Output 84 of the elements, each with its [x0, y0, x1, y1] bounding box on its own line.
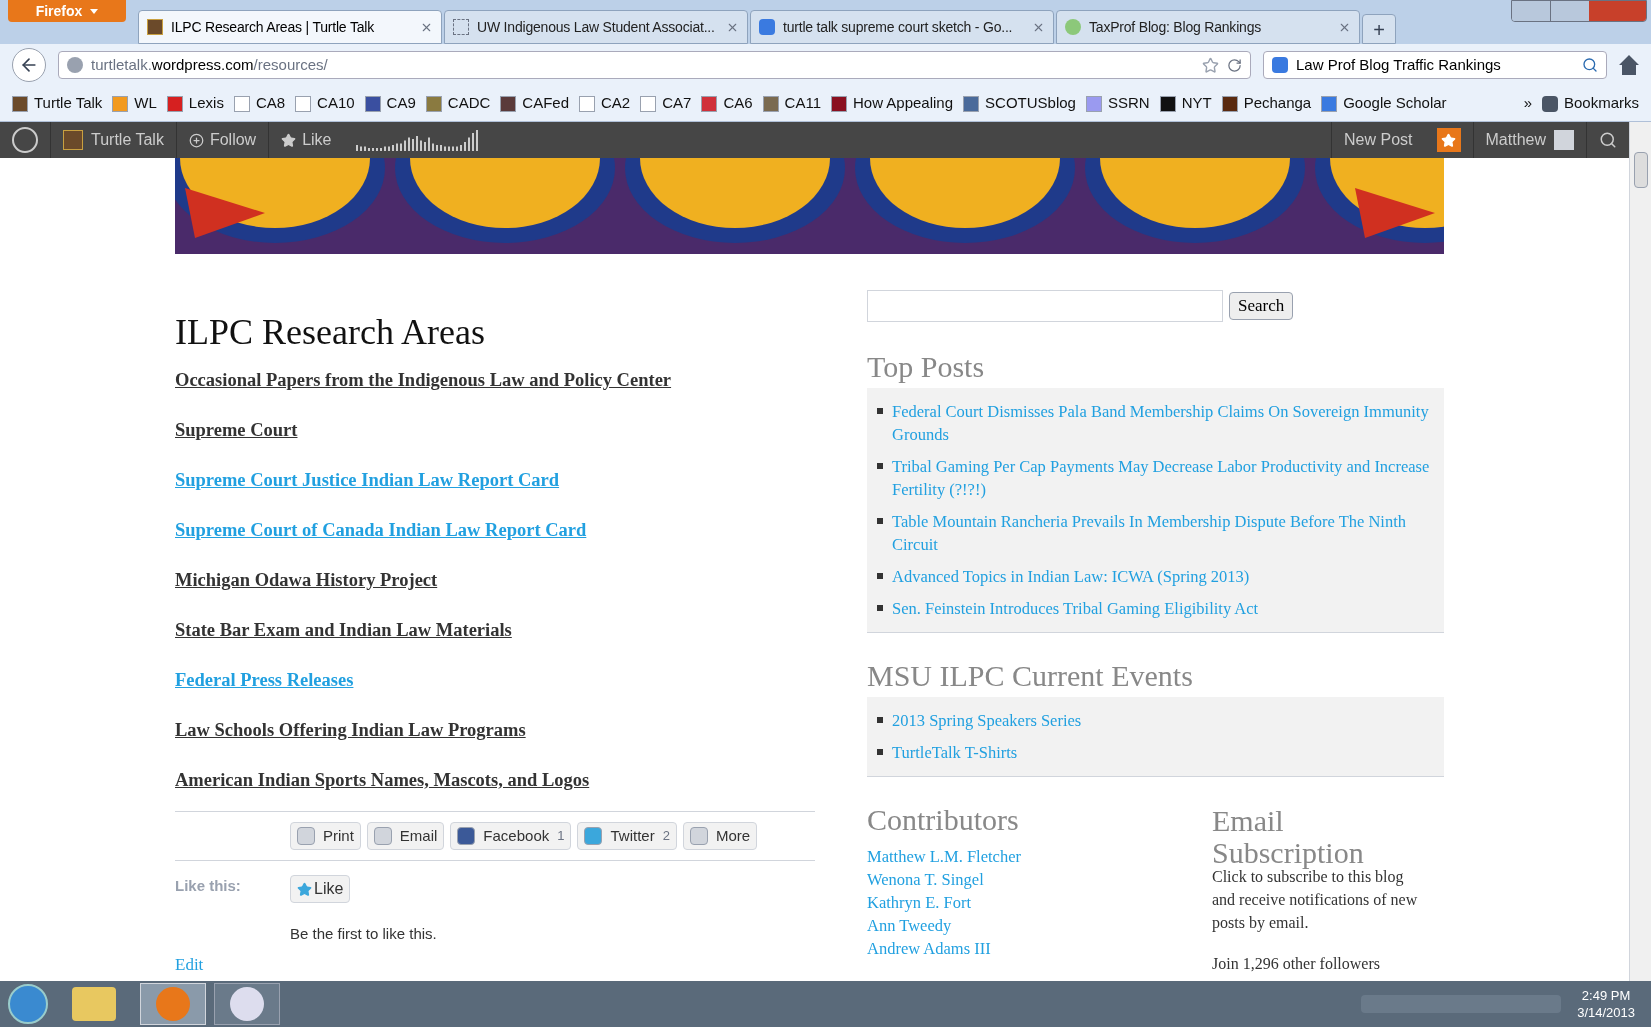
resource-link[interactable]: American Indian Sports Names, Mascots, and Logos	[175, 770, 590, 790]
tab-title: ILPC Research Areas | Turtle Talk	[171, 17, 375, 37]
bullet-icon	[877, 749, 883, 755]
widget-title: MSU ILPC Current Events	[867, 661, 1194, 691]
search-engine-icon	[759, 19, 775, 35]
search-button[interactable]: Search	[1229, 292, 1294, 320]
tab-title: turtle talk supreme court sketch - Go...	[783, 17, 1014, 37]
plus-circle-icon	[188, 132, 204, 148]
bullet-icon	[877, 518, 883, 524]
bookmark-item[interactable]: Google Scholar	[1321, 92, 1447, 115]
site-favicon-icon	[147, 19, 163, 35]
browser-tab[interactable]: TaxProf Blog: Blog Rankings	[1056, 10, 1360, 44]
site-favicon-icon	[63, 130, 83, 150]
widget-title: Contributors	[867, 805, 1020, 835]
clock[interactable]: 2:49 PM 3/14/2013	[1569, 987, 1643, 1021]
browser-tab[interactable]: UW Indigenous Law Student Associat...	[444, 10, 748, 44]
bookmark-item[interactable]: CA7	[640, 92, 692, 115]
bookmark-item[interactable]: WL	[112, 92, 157, 115]
resource-link[interactable]: Michigan Odawa History Project	[175, 570, 438, 590]
new-tab-button[interactable]: +	[1362, 14, 1396, 44]
share-button[interactable]: Print	[290, 822, 361, 850]
share-count: 2	[662, 827, 670, 846]
bookmark-item[interactable]: CADC	[425, 92, 491, 115]
bookmark-item[interactable]: Turtle Talk	[12, 92, 103, 115]
bookmark-item[interactable]: CA9	[364, 92, 416, 115]
scrollbar[interactable]	[1629, 122, 1651, 981]
search-text: Law Prof Blog Traffic Rankings	[1296, 54, 1502, 75]
share-button[interactable]: Facebook 1	[450, 822, 572, 850]
tab-title: UW Indigenous Law Student Associat...	[477, 17, 716, 37]
bookmark-item[interactable]: CA11	[762, 92, 821, 115]
resource-link[interactable]: Occasional Papers from the Indigenous Law and Policy Center	[175, 370, 672, 390]
share-button[interactable]: More	[682, 822, 758, 850]
resource-link[interactable]: Law Schools Offering Indian Law Programs	[175, 720, 526, 740]
bookmark-item[interactable]: NYT	[1159, 92, 1212, 115]
bullet-icon	[877, 573, 883, 579]
back-button[interactable]	[12, 48, 46, 82]
search-icon[interactable]	[1582, 57, 1598, 73]
star-icon[interactable]	[1202, 56, 1219, 74]
bookmarks-menu[interactable]: Bookmarks	[1541, 92, 1639, 115]
home-icon[interactable]	[1619, 55, 1639, 75]
bookmark-item[interactable]: SSRN	[1085, 92, 1150, 115]
bookmark-item[interactable]: CA8	[233, 92, 286, 115]
like-label: Like this:	[175, 876, 242, 896]
search-engine-icon	[1272, 57, 1288, 73]
search-field[interactable]: Law Prof Blog Traffic Rankings	[1263, 51, 1607, 79]
bookmark-item[interactable]: How Appealing	[831, 92, 954, 115]
subscribe-text: Click to subscribe to this blog and receive notifications of new posts by email.	[1212, 868, 1419, 934]
site-button[interactable]: Turtle Talk	[50, 122, 176, 158]
search-field[interactable]	[867, 290, 1223, 322]
bookmark-item[interactable]: Pechanga	[1221, 92, 1312, 115]
share-count: 1	[557, 827, 565, 846]
resource-link[interactable]: State Bar Exam and Indian Law Materials	[175, 620, 512, 640]
bookmark-item[interactable]: CA6	[701, 92, 753, 115]
tab-title: TaxProf Blog: Blog Rankings	[1089, 17, 1263, 37]
window-controls-icon[interactable]	[1511, 0, 1647, 22]
browser-tab[interactable]: turtle talk supreme court sketch - Go...	[750, 10, 1054, 44]
star-icon	[281, 132, 297, 148]
page-title: ILPC Research Areas	[175, 311, 486, 354]
overflow-chevron[interactable]: »	[1523, 92, 1532, 115]
share-button[interactable]: Email	[366, 822, 445, 850]
browser-tab[interactable]: ILPC Research Areas | Turtle Talk	[138, 10, 442, 44]
star-icon	[297, 881, 312, 897]
start-orb-icon[interactable]	[8, 984, 48, 1024]
bullet-icon	[877, 605, 883, 611]
blank-page-icon	[453, 19, 469, 35]
resource-link[interactable]: Supreme Court	[175, 420, 298, 440]
bookmark-item[interactable]: CA2	[579, 92, 631, 115]
bookmark-item[interactable]: CA10	[295, 92, 355, 115]
bullet-icon	[877, 463, 883, 469]
bookmark-item[interactable]: Lexis	[166, 92, 224, 115]
reload-icon[interactable]	[1227, 57, 1242, 73]
user-menu[interactable]: Matthew	[1472, 122, 1586, 158]
share-button[interactable]: Twitter 2	[577, 822, 677, 850]
bookmark-item[interactable]: SCOTUSblog	[963, 92, 1076, 115]
like-button[interactable]: Like	[290, 875, 351, 903]
followers-count: Join 1,296 other followers	[1212, 954, 1381, 974]
bullet-icon	[877, 408, 883, 414]
bookmark-item[interactable]: CAFed	[500, 92, 569, 115]
widget-title: Top Posts	[867, 352, 986, 382]
browser-taskbar-icon[interactable]	[140, 983, 206, 1025]
bullet-icon	[877, 717, 883, 723]
url-field[interactable]: turtletalk.wordpress.com/resources/	[58, 51, 1251, 79]
like-note: Be the first to like this.	[290, 924, 437, 944]
url-text: turtletalk.wordpress.com/resources/	[91, 54, 328, 75]
